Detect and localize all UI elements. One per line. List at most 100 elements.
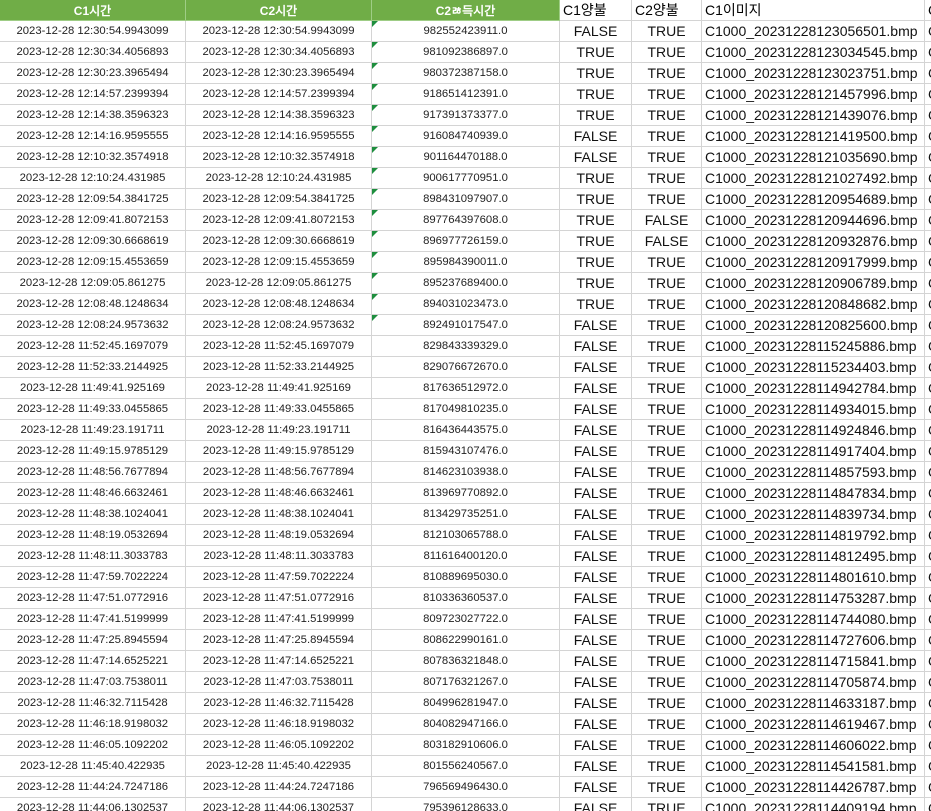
cell-c1-time[interactable]: 2023-12-28 11:49:23.191711 bbox=[0, 420, 186, 441]
cell-c1-pass-fail[interactable]: FALSE bbox=[560, 483, 632, 504]
cell-c2-time[interactable]: 2023-12-28 11:47:51.0772916 bbox=[186, 588, 372, 609]
cell-c2-pass-fail[interactable]: TRUE bbox=[632, 357, 702, 378]
cell-next-column[interactable]: C bbox=[925, 714, 931, 735]
cell-c2-pass-fail[interactable]: TRUE bbox=[632, 126, 702, 147]
cell-c1-pass-fail[interactable]: FALSE bbox=[560, 714, 632, 735]
cell-next-column[interactable]: C bbox=[925, 567, 931, 588]
cell-next-column[interactable]: C bbox=[925, 84, 931, 105]
cell-c1-image[interactable]: C1000_20231228114924846.bmp bbox=[702, 420, 925, 441]
cell-c2-capture-time[interactable]: 982552423911.0 bbox=[372, 21, 560, 42]
cell-c1-pass-fail[interactable]: FALSE bbox=[560, 525, 632, 546]
cell-c2-pass-fail[interactable]: TRUE bbox=[632, 84, 702, 105]
cell-c2-pass-fail[interactable]: TRUE bbox=[632, 273, 702, 294]
cell-c2-time[interactable]: 2023-12-28 12:10:32.3574918 bbox=[186, 147, 372, 168]
cell-c1-pass-fail[interactable]: FALSE bbox=[560, 315, 632, 336]
cell-c1-image[interactable]: C1000_20231228121457996.bmp bbox=[702, 84, 925, 105]
cell-c2-pass-fail[interactable]: TRUE bbox=[632, 63, 702, 84]
cell-c2-pass-fail[interactable]: TRUE bbox=[632, 420, 702, 441]
cell-next-column[interactable]: C bbox=[925, 105, 931, 126]
cell-c2-capture-time[interactable]: 814623103938.0 bbox=[372, 462, 560, 483]
cell-c2-capture-time[interactable]: 815943107476.0 bbox=[372, 441, 560, 462]
cell-c1-pass-fail[interactable]: TRUE bbox=[560, 168, 632, 189]
cell-c1-time[interactable]: 2023-12-28 11:49:41.925169 bbox=[0, 378, 186, 399]
cell-c1-time[interactable]: 2023-12-28 11:46:05.1092202 bbox=[0, 735, 186, 756]
cell-c2-pass-fail[interactable]: TRUE bbox=[632, 21, 702, 42]
cell-c1-time[interactable]: 2023-12-28 11:52:45.1697079 bbox=[0, 336, 186, 357]
cell-next-column[interactable]: C bbox=[925, 21, 931, 42]
cell-c1-time[interactable]: 2023-12-28 11:48:19.0532694 bbox=[0, 525, 186, 546]
cell-c1-pass-fail[interactable]: FALSE bbox=[560, 546, 632, 567]
cell-c1-pass-fail[interactable]: FALSE bbox=[560, 21, 632, 42]
cell-c1-image[interactable]: C1000_20231228114426787.bmp bbox=[702, 777, 925, 798]
cell-next-column[interactable]: C bbox=[925, 252, 931, 273]
cell-c1-image[interactable]: C1000_20231228114541581.bmp bbox=[702, 756, 925, 777]
cell-c2-time[interactable]: 2023-12-28 11:47:41.5199999 bbox=[186, 609, 372, 630]
cell-c1-time[interactable]: 2023-12-28 12:10:32.3574918 bbox=[0, 147, 186, 168]
cell-c2-time[interactable]: 2023-12-28 12:09:15.4553659 bbox=[186, 252, 372, 273]
cell-c2-pass-fail[interactable]: TRUE bbox=[632, 651, 702, 672]
cell-next-column[interactable]: C bbox=[925, 777, 931, 798]
cell-c1-image[interactable]: C1000_20231228114409194.bmp bbox=[702, 798, 925, 811]
cell-c2-capture-time[interactable]: 803182910606.0 bbox=[372, 735, 560, 756]
cell-c2-capture-time[interactable]: 801556240567.0 bbox=[372, 756, 560, 777]
cell-c2-pass-fail[interactable]: TRUE bbox=[632, 105, 702, 126]
cell-c1-time[interactable]: 2023-12-28 11:49:33.0455865 bbox=[0, 399, 186, 420]
cell-c1-time[interactable]: 2023-12-28 12:30:34.4056893 bbox=[0, 42, 186, 63]
cell-c2-pass-fail[interactable]: TRUE bbox=[632, 462, 702, 483]
cell-c2-time[interactable]: 2023-12-28 11:47:14.6525221 bbox=[186, 651, 372, 672]
cell-c1-time[interactable]: 2023-12-28 12:09:15.4553659 bbox=[0, 252, 186, 273]
cell-next-column[interactable]: C bbox=[925, 273, 931, 294]
cell-c1-image[interactable]: C1000_20231228114812495.bmp bbox=[702, 546, 925, 567]
cell-c2-time[interactable]: 2023-12-28 12:08:24.9573632 bbox=[186, 315, 372, 336]
cell-c1-pass-fail[interactable]: FALSE bbox=[560, 441, 632, 462]
cell-c2-time[interactable]: 2023-12-28 12:30:34.4056893 bbox=[186, 42, 372, 63]
cell-c2-time[interactable]: 2023-12-28 11:49:23.191711 bbox=[186, 420, 372, 441]
cell-c2-capture-time[interactable]: 829843339329.0 bbox=[372, 336, 560, 357]
cell-c1-time[interactable]: 2023-12-28 11:48:46.6632461 bbox=[0, 483, 186, 504]
cell-c2-time[interactable]: 2023-12-28 11:48:11.3033783 bbox=[186, 546, 372, 567]
cell-c1-pass-fail[interactable]: TRUE bbox=[560, 231, 632, 252]
cell-c2-capture-time[interactable]: 892491017547.0 bbox=[372, 315, 560, 336]
cell-next-column[interactable]: C bbox=[925, 147, 931, 168]
cell-c1-pass-fail[interactable]: FALSE bbox=[560, 357, 632, 378]
cell-c1-time[interactable]: 2023-12-28 11:49:15.9785129 bbox=[0, 441, 186, 462]
cell-c1-pass-fail[interactable]: TRUE bbox=[560, 84, 632, 105]
cell-c2-time[interactable]: 2023-12-28 11:44:24.7247186 bbox=[186, 777, 372, 798]
cell-c2-pass-fail[interactable]: TRUE bbox=[632, 567, 702, 588]
cell-c1-time[interactable]: 2023-12-28 11:52:33.2144925 bbox=[0, 357, 186, 378]
cell-c1-pass-fail[interactable]: FALSE bbox=[560, 336, 632, 357]
cell-c2-capture-time[interactable]: 807836321848.0 bbox=[372, 651, 560, 672]
cell-c2-time[interactable]: 2023-12-28 11:52:33.2144925 bbox=[186, 357, 372, 378]
cell-c1-pass-fail[interactable]: TRUE bbox=[560, 252, 632, 273]
cell-next-column[interactable]: C bbox=[925, 210, 931, 231]
cell-c2-time[interactable]: 2023-12-28 11:49:41.925169 bbox=[186, 378, 372, 399]
header-c1-pass-fail[interactable]: C1양불 bbox=[560, 0, 632, 21]
cell-c1-image[interactable]: C1000_20231228120906789.bmp bbox=[702, 273, 925, 294]
cell-next-column[interactable]: C bbox=[925, 462, 931, 483]
header-next-column[interactable]: C bbox=[925, 0, 931, 21]
cell-c1-image[interactable]: C1000_20231228121439076.bmp bbox=[702, 105, 925, 126]
cell-next-column[interactable]: C bbox=[925, 168, 931, 189]
cell-c1-image[interactable]: C1000_20231228114606022.bmp bbox=[702, 735, 925, 756]
cell-c1-time[interactable]: 2023-12-28 11:47:41.5199999 bbox=[0, 609, 186, 630]
cell-c1-image[interactable]: C1000_20231228120848682.bmp bbox=[702, 294, 925, 315]
cell-c2-time[interactable]: 2023-12-28 12:09:05.861275 bbox=[186, 273, 372, 294]
cell-next-column[interactable]: C bbox=[925, 609, 931, 630]
cell-c2-capture-time[interactable]: 804996281947.0 bbox=[372, 693, 560, 714]
cell-c1-time[interactable]: 2023-12-28 12:30:23.3965494 bbox=[0, 63, 186, 84]
cell-c2-time[interactable]: 2023-12-28 11:48:56.7677894 bbox=[186, 462, 372, 483]
cell-c1-pass-fail[interactable]: FALSE bbox=[560, 630, 632, 651]
cell-c2-time[interactable]: 2023-12-28 12:09:54.3841725 bbox=[186, 189, 372, 210]
header-c1-image[interactable]: C1이미지 bbox=[702, 0, 925, 21]
cell-c2-capture-time[interactable]: 916084740939.0 bbox=[372, 126, 560, 147]
cell-c2-pass-fail[interactable]: FALSE bbox=[632, 231, 702, 252]
cell-c2-time[interactable]: 2023-12-28 12:14:16.9595555 bbox=[186, 126, 372, 147]
cell-c2-capture-time[interactable]: 894031023473.0 bbox=[372, 294, 560, 315]
cell-c2-capture-time[interactable]: 917391373377.0 bbox=[372, 105, 560, 126]
cell-c2-pass-fail[interactable]: TRUE bbox=[632, 588, 702, 609]
cell-c1-image[interactable]: C1000_20231228114857593.bmp bbox=[702, 462, 925, 483]
cell-c2-pass-fail[interactable]: TRUE bbox=[632, 294, 702, 315]
cell-c1-pass-fail[interactable]: FALSE bbox=[560, 378, 632, 399]
cell-c1-image[interactable]: C1000_20231228114801610.bmp bbox=[702, 567, 925, 588]
header-c1-time[interactable]: C1시간 bbox=[0, 0, 186, 21]
